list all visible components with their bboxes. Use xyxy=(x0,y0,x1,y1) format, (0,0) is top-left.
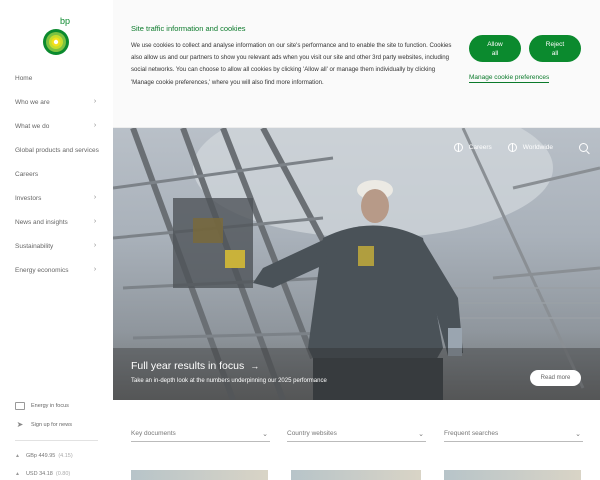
sidebar-item-label: Who we are xyxy=(15,98,50,106)
sidebar-item-investors[interactable]: Investors › xyxy=(0,186,113,210)
chevron-down-icon: ⌄ xyxy=(575,431,581,438)
frequent-searches-dropdown[interactable]: Frequent searches ⌄ xyxy=(444,426,583,442)
sidebar: bp Home Who we are › What we do › Global p… xyxy=(0,0,113,480)
sidebar-item-who-we-are[interactable]: Who we are › xyxy=(0,90,113,114)
reject-all-label: Reject all xyxy=(545,40,565,57)
chevron-right-icon: › xyxy=(93,266,97,273)
card-thumbnail[interactable] xyxy=(291,470,421,480)
hero-banner: Careers Worldwide Full year results in f… xyxy=(113,128,600,400)
chevron-right-icon: › xyxy=(93,218,97,225)
sidebar-item-what-we-do[interactable]: What we do › xyxy=(0,114,113,138)
cookie-banner: Site traffic information and cookies We … xyxy=(113,0,600,128)
sidebar-item-careers[interactable]: Careers xyxy=(0,162,113,186)
sign-up-link[interactable]: ➤ Sign up for news xyxy=(0,415,113,434)
hero-subtitle: Take an in-depth look at the numbers und… xyxy=(131,378,327,384)
allow-all-button[interactable]: Allow all xyxy=(469,35,521,62)
ticker-change: (0.80) xyxy=(55,471,71,477)
cookie-body: We use cookies to collect and analyse in… xyxy=(131,42,452,86)
logo-text: bp xyxy=(60,16,70,26)
utility-nav: Careers Worldwide xyxy=(453,143,588,152)
sidebar-item-label: News and insights xyxy=(15,218,68,226)
chevron-down-icon: ⌄ xyxy=(262,431,268,438)
sidebar-item-label: Global products and services xyxy=(15,146,99,154)
share-price-usd[interactable]: ▲ USD 34.18 (0.80) xyxy=(0,465,113,480)
dropdown-label: Frequent searches xyxy=(444,430,499,437)
ticker-change: (4.15) xyxy=(58,453,73,459)
ticker-label: GBp 449.95 xyxy=(25,453,56,459)
share-price-gbp[interactable]: ▲ GBp 449.95 (4.15) xyxy=(0,447,113,465)
worldwide-label: Worldwide xyxy=(522,144,553,151)
reject-all-button[interactable]: Reject all xyxy=(529,35,581,62)
careers-label: Careers xyxy=(468,144,492,151)
card-thumbnail[interactable] xyxy=(444,470,581,480)
book-icon xyxy=(15,401,25,410)
read-more-button[interactable]: Read more xyxy=(530,370,581,386)
sidebar-item-label: Careers xyxy=(15,170,39,178)
bp-helios-icon: bp xyxy=(43,16,70,55)
sidebar-item-label: Home xyxy=(15,74,33,82)
sidebar-footer: Energy in focus ➤ Sign up for news ▲ GBp… xyxy=(0,396,113,480)
arrow-right-icon: → xyxy=(250,361,260,371)
sidebar-item-news[interactable]: News and insights › xyxy=(0,210,113,234)
chevron-right-icon: › xyxy=(93,122,97,129)
gear-icon xyxy=(453,143,463,152)
sidebar-item-home[interactable]: Home xyxy=(0,66,113,90)
hero-title[interactable]: Full year results in focus → xyxy=(131,360,259,372)
country-websites-dropdown[interactable]: Country websites ⌄ xyxy=(287,426,426,442)
manage-cookie-preferences-link[interactable]: Manage cookie preferences xyxy=(469,74,550,83)
paper-plane-icon: ➤ xyxy=(16,420,24,429)
sidebar-item-label: Investors xyxy=(15,194,42,202)
sidebar-item-label: Sustainability xyxy=(15,242,54,250)
bp-logo[interactable]: bp xyxy=(38,14,78,60)
ticker-label: USD 34.18 xyxy=(25,471,53,477)
chevron-right-icon: › xyxy=(93,98,97,105)
sidebar-item-label: Energy economics xyxy=(15,266,69,274)
hero-caption-overlay xyxy=(113,348,600,400)
key-documents-dropdown[interactable]: Key documents ⌄ xyxy=(131,426,270,442)
globe-icon xyxy=(507,143,517,152)
energy-in-focus-link[interactable]: Energy in focus xyxy=(0,396,113,415)
divider xyxy=(15,440,98,441)
down-triangle-icon: ▲ xyxy=(15,471,20,477)
chevron-right-icon: › xyxy=(93,242,97,249)
worldwide-link[interactable]: Worldwide xyxy=(507,143,553,152)
allow-all-label: Allow all xyxy=(487,40,503,57)
sidebar-item-energy-economics[interactable]: Energy economics › xyxy=(0,258,113,282)
sidebar-item-global-products[interactable]: Global products and services xyxy=(0,138,113,162)
energy-in-focus-label: Energy in focus xyxy=(31,402,69,409)
sign-up-label: Sign up for news xyxy=(31,421,72,428)
hero-title-text: Full year results in focus xyxy=(131,360,245,372)
dropdown-label: Country websites xyxy=(287,430,337,437)
sidebar-item-label: What we do xyxy=(15,122,50,130)
chevron-right-icon: › xyxy=(93,194,97,201)
dropdown-label: Key documents xyxy=(131,430,176,437)
sidebar-item-sustainability[interactable]: Sustainability › xyxy=(0,234,113,258)
search-icon[interactable] xyxy=(579,143,588,152)
main-nav: Home Who we are › What we do › Global prod… xyxy=(0,66,113,282)
chevron-down-icon: ⌄ xyxy=(418,431,424,438)
careers-link[interactable]: Careers xyxy=(453,143,492,152)
cookie-title: Site traffic information and cookies xyxy=(131,24,246,33)
card-thumbnail[interactable] xyxy=(131,470,268,480)
down-triangle-icon: ▲ xyxy=(15,453,20,459)
